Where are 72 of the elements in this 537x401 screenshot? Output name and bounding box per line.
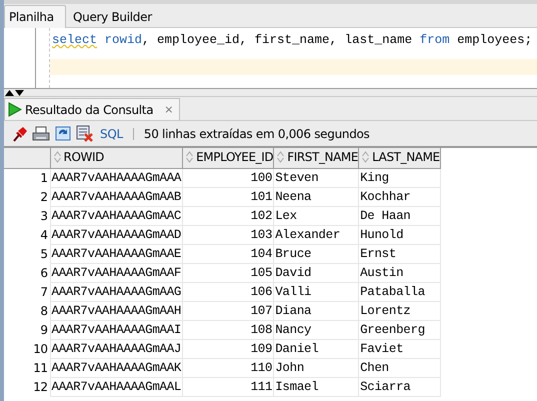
row-number: 5 [4, 244, 50, 264]
sql-link[interactable]: SQL [100, 126, 123, 140]
sql-statement: select rowid, employee_id, first_name, last_name from employees; [51, 33, 534, 49]
table-cell: Ernst [358, 244, 441, 264]
table-cell: 100 [182, 168, 274, 188]
table-cell: 110 [182, 358, 274, 378]
table-cell: Diana [274, 302, 359, 320]
row-number: 2 [4, 188, 50, 206]
table-cell: Lorentz [358, 302, 441, 320]
table-cell: 105 [182, 264, 274, 282]
close-icon[interactable]: × [164, 103, 174, 116]
row-number: 3 [4, 206, 50, 226]
table-cell: Neena [274, 188, 359, 206]
table-cell: Sciarra [358, 378, 441, 396]
printer-icon[interactable] [32, 126, 50, 142]
row-number: 10 [4, 340, 50, 358]
table-cell: Steven [274, 168, 359, 188]
pushpin-icon[interactable] [12, 126, 28, 142]
refresh-icon[interactable] [54, 125, 72, 142]
table-cell: King [358, 168, 441, 188]
table-cell: Lex [274, 206, 359, 226]
row-number: 7 [4, 282, 50, 302]
table-cell: 106 [182, 282, 274, 302]
row-number: 8 [4, 302, 50, 320]
row-number: 12 [4, 378, 50, 396]
row-number: 6 [4, 264, 50, 282]
table-cell: 108 [182, 320, 274, 340]
run-icon [8, 102, 22, 117]
table-cell: Valli [274, 282, 359, 302]
table-cell: Daniel [274, 340, 359, 358]
table-cell: AAAR7vAAHAAAAGmAAL [50, 378, 183, 396]
table-cell: 102 [182, 206, 274, 226]
clear-grid-icon[interactable] [76, 125, 94, 142]
table-cell: Alexander [274, 226, 359, 244]
row-number: 1 [4, 168, 50, 188]
table-cell: De Haan [358, 206, 441, 226]
table-cell: 101 [182, 188, 274, 206]
table-cell: 111 [182, 378, 274, 396]
table-cell: AAAR7vAAHAAAAGmAAE [50, 244, 183, 264]
table-cell: AAAR7vAAHAAAAGmAAC [50, 206, 183, 226]
table-cell: David [274, 264, 359, 282]
table-cell: AAAR7vAAHAAAAGmAAK [50, 358, 183, 378]
editor-tab[interactable]: Planilha [4, 5, 66, 28]
row-number: 11 [4, 358, 50, 378]
table-cell: AAAR7vAAHAAAAGmAAD [50, 226, 183, 244]
table-cell: 103 [182, 226, 274, 244]
table-cell: AAAR7vAAHAAAAGmAAA [50, 168, 183, 188]
table-cell: Nancy [274, 320, 359, 340]
table-cell: AAAR7vAAHAAAAGmAAG [50, 282, 183, 302]
table-cell: AAAR7vAAHAAAAGmAAF [50, 264, 183, 282]
table-cell: AAAR7vAAHAAAAGmAAJ [50, 340, 183, 358]
result-tab[interactable]: Resultado da Consulta × [4, 98, 180, 120]
table-cell: 109 [182, 340, 274, 358]
table-cell: Bruce [274, 244, 359, 264]
table-cell: Faviet [358, 340, 441, 358]
table-cell: John [274, 358, 359, 378]
table-cell: Hunold [358, 226, 441, 244]
status-text: 50 linhas extraídas em 0,006 segundos [144, 126, 370, 140]
table-cell: 107 [182, 302, 274, 320]
row-number: 4 [4, 226, 50, 244]
editor-tab[interactable]: Query Builder [66, 5, 159, 27]
table-cell: Austin [358, 264, 441, 282]
table-cell: Pataballa [358, 282, 441, 302]
table-cell: 104 [182, 244, 274, 264]
table-cell: Greenberg [358, 320, 441, 340]
table-cell: AAAR7vAAHAAAAGmAAB [50, 188, 183, 206]
table-cell: AAAR7vAAHAAAAGmAAI [50, 320, 183, 340]
table-cell: AAAR7vAAHAAAAGmAAH [50, 302, 183, 320]
table-cell: Ismael [274, 378, 359, 396]
table-cell: Kochhar [358, 188, 441, 206]
row-number: 9 [4, 320, 50, 340]
table-cell: Chen [358, 358, 441, 378]
